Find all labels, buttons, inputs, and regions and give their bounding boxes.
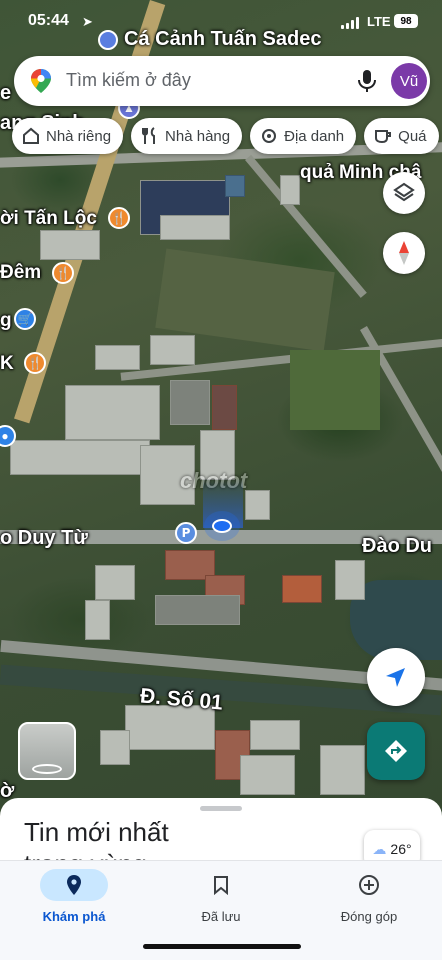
category-chips: Nhà riêng Nhà hàng Địa danh Quá bbox=[12, 118, 439, 154]
cafe-icon bbox=[375, 130, 392, 144]
restaurant-icon bbox=[142, 127, 156, 144]
field bbox=[290, 350, 380, 430]
explore-pin-icon bbox=[67, 875, 81, 895]
network-type: LTE bbox=[367, 14, 391, 29]
building bbox=[225, 175, 245, 197]
building bbox=[85, 600, 110, 640]
street-view-icon bbox=[32, 764, 62, 774]
building bbox=[10, 440, 150, 475]
bookmark-icon bbox=[214, 876, 228, 895]
map-label: ời Tấn Lộc bbox=[0, 208, 97, 229]
weather-cloud-icon: ☁ bbox=[372, 840, 387, 857]
building bbox=[160, 215, 230, 240]
building bbox=[170, 380, 210, 425]
top-place-label[interactable]: Cá Cảnh Tuấn Sadec bbox=[98, 28, 321, 51]
building bbox=[212, 385, 237, 430]
chip-landmarks[interactable]: Địa danh bbox=[250, 118, 357, 154]
nav-label: Đã lưu bbox=[201, 909, 241, 924]
building bbox=[240, 755, 295, 795]
account-avatar[interactable]: Vũ bbox=[391, 63, 427, 99]
restaurant-poi-icon[interactable]: 🍴 bbox=[24, 352, 46, 374]
map-label: K bbox=[0, 353, 14, 374]
my-location-button[interactable] bbox=[367, 648, 425, 706]
building bbox=[150, 335, 195, 365]
building bbox=[100, 730, 130, 765]
status-time: 05:44 bbox=[28, 12, 69, 29]
chip-label: Địa danh bbox=[284, 127, 345, 145]
map-label: Đêm bbox=[0, 262, 42, 283]
building bbox=[95, 345, 140, 370]
search-placeholder[interactable]: Tìm kiếm ở đây bbox=[66, 70, 191, 91]
location-arrow-icon: ➤ bbox=[82, 14, 93, 29]
building bbox=[320, 745, 365, 795]
building bbox=[245, 490, 270, 520]
shopping-poi-icon[interactable]: 🛒 bbox=[14, 308, 36, 330]
nav-saved[interactable]: Đã lưu bbox=[166, 869, 276, 924]
search-bar[interactable]: Tìm kiếm ở đây Vũ bbox=[14, 56, 430, 106]
chip-label: Nhà riêng bbox=[46, 127, 112, 145]
chip-cafe[interactable]: Quá bbox=[364, 118, 439, 154]
building bbox=[155, 595, 240, 625]
weather-temp: 26° bbox=[390, 841, 412, 857]
directions-button[interactable] bbox=[367, 722, 425, 780]
map-label: g bbox=[0, 310, 12, 331]
microphone-icon[interactable] bbox=[356, 68, 378, 94]
chip-label: Nhà hàng bbox=[165, 127, 231, 145]
navigation-arrow-icon bbox=[386, 668, 405, 687]
sheet-drag-handle[interactable] bbox=[200, 806, 242, 811]
signal-icon bbox=[341, 17, 361, 29]
battery-icon: 98 bbox=[394, 14, 418, 28]
nav-label: Đóng góp bbox=[340, 909, 398, 924]
nav-saved-pill bbox=[187, 869, 255, 901]
chip-label: Quá bbox=[398, 127, 427, 145]
restaurant-poi-icon[interactable]: 🍴 bbox=[108, 207, 130, 229]
shop-pin-icon bbox=[98, 29, 118, 50]
building bbox=[280, 175, 300, 205]
add-circle-icon bbox=[359, 875, 379, 895]
top-place-name: Cá Cảnh Tuấn Sadec bbox=[124, 28, 322, 50]
layers-button[interactable] bbox=[383, 172, 425, 214]
building bbox=[65, 385, 160, 440]
compass-button[interactable] bbox=[383, 232, 425, 274]
battery-level: 98 bbox=[400, 15, 412, 27]
landmark-icon bbox=[262, 129, 277, 143]
nav-explore[interactable]: Khám phá bbox=[19, 869, 129, 924]
building bbox=[250, 720, 300, 750]
nav-contribute-pill bbox=[335, 869, 403, 901]
directions-icon bbox=[385, 740, 407, 762]
restaurant-poi-icon[interactable]: 🍴 bbox=[52, 262, 74, 284]
map-label: e bbox=[0, 82, 12, 104]
building bbox=[95, 565, 135, 600]
nav-contribute[interactable]: Đóng góp bbox=[314, 869, 424, 924]
building bbox=[40, 230, 100, 260]
nav-explore-pill bbox=[40, 869, 108, 901]
nav-label: Khám phá bbox=[42, 909, 106, 924]
my-location-dot bbox=[212, 519, 232, 533]
street-view-thumbnail[interactable] bbox=[18, 722, 76, 780]
chip-home[interactable]: Nhà riêng bbox=[12, 118, 124, 154]
building bbox=[335, 560, 365, 600]
home-icon bbox=[23, 127, 39, 144]
layers-icon bbox=[393, 182, 415, 202]
building bbox=[282, 575, 322, 603]
street-label: Đào Du bbox=[362, 535, 432, 557]
parking-poi-icon[interactable]: P bbox=[175, 522, 197, 544]
chip-restaurants[interactable]: Nhà hàng bbox=[131, 118, 243, 154]
street-label: o Duy Từ bbox=[0, 527, 88, 549]
home-indicator bbox=[143, 944, 301, 949]
google-maps-logo-icon bbox=[31, 69, 51, 93]
compass-icon bbox=[399, 241, 409, 265]
